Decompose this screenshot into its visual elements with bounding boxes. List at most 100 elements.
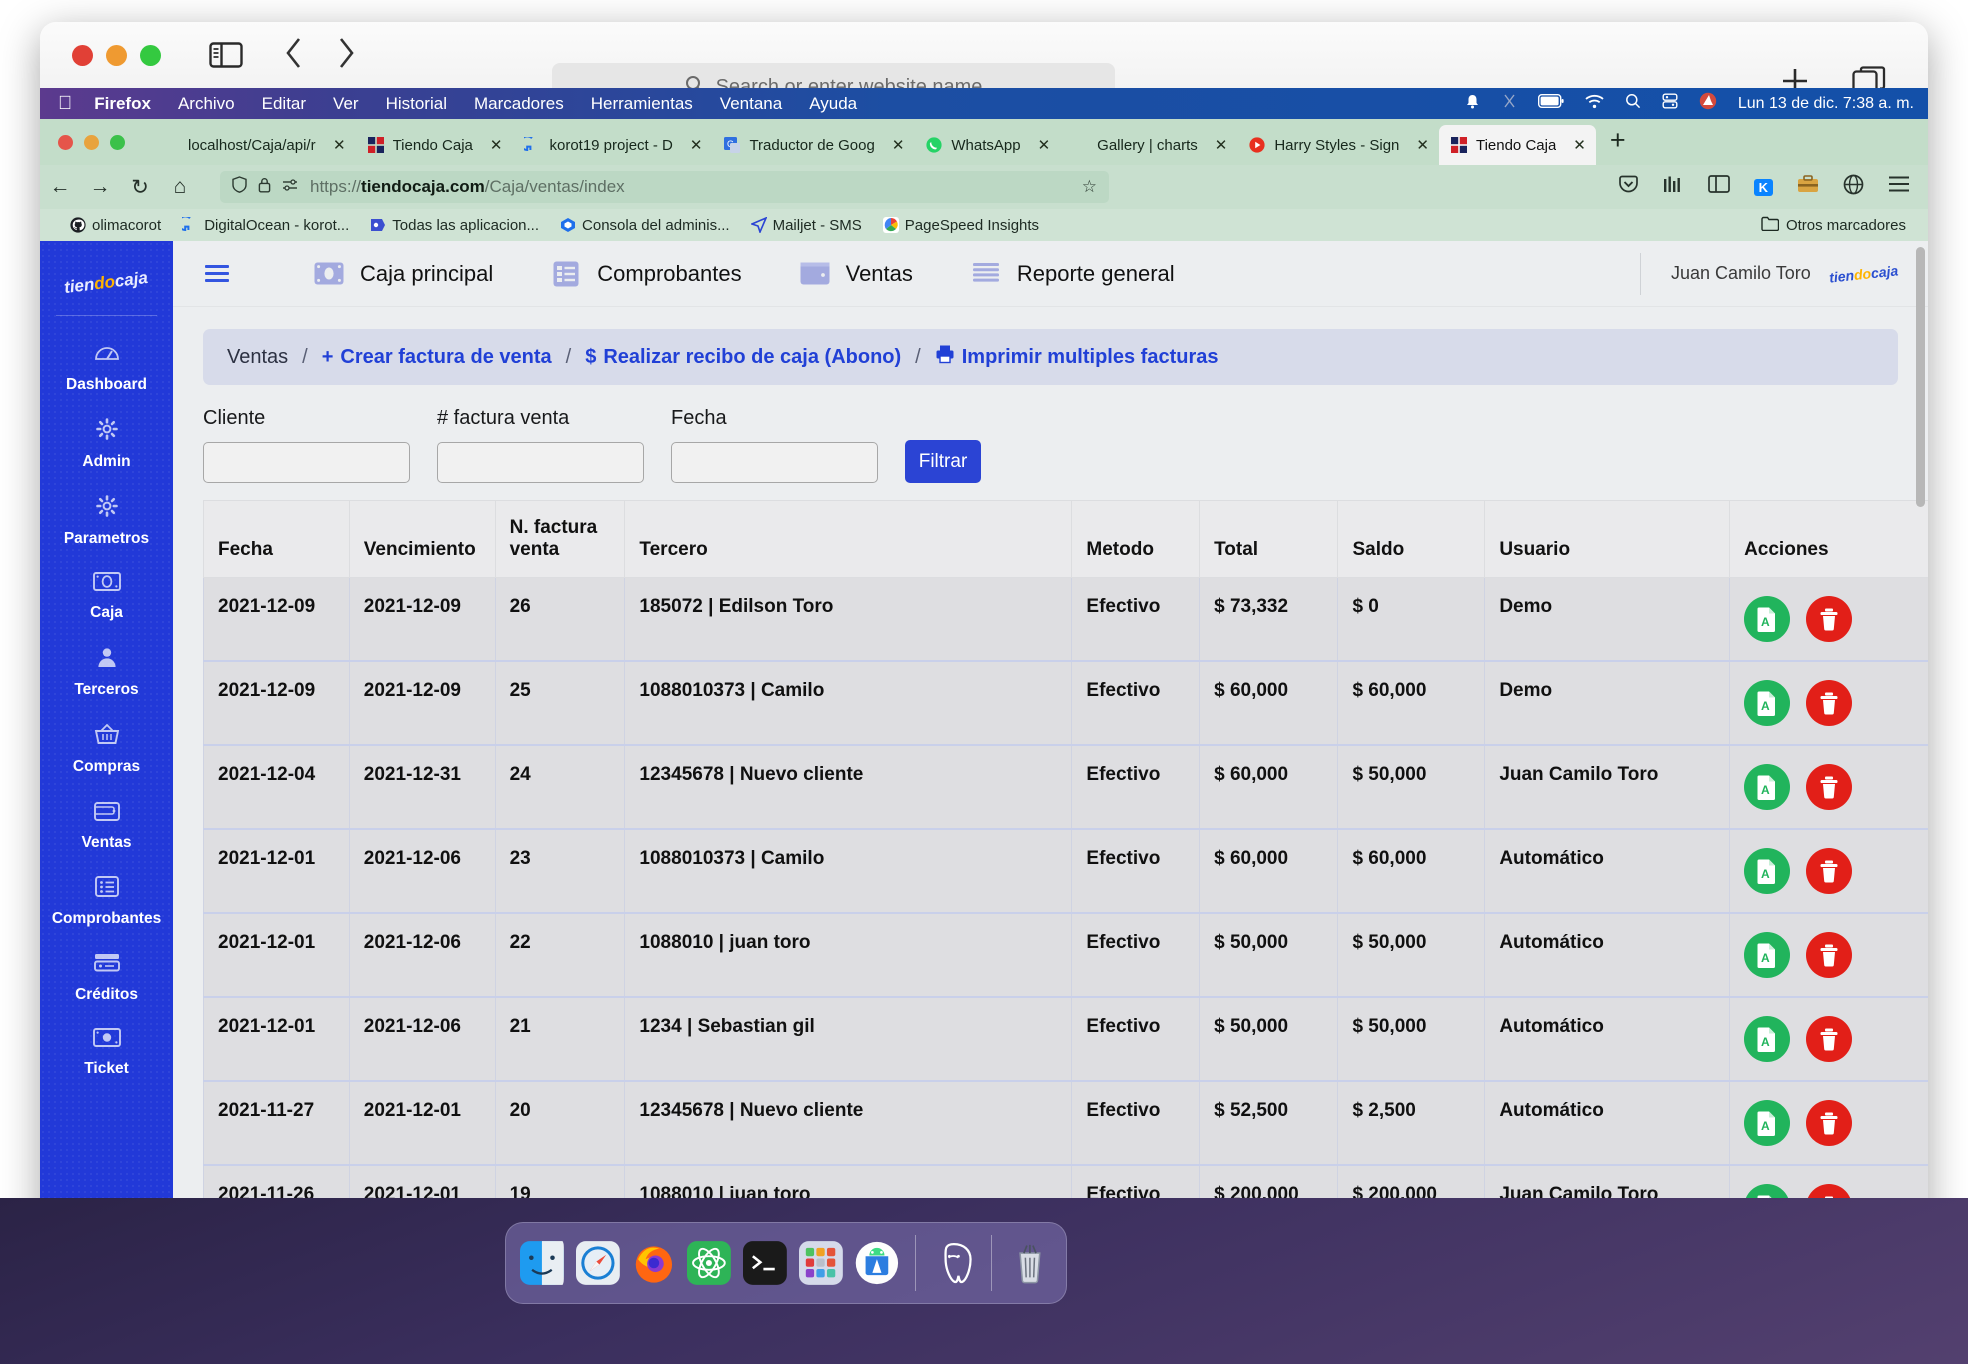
library-icon[interactable] <box>1663 175 1684 200</box>
menubar-clock[interactable]: Lun 13 de dic. 7:38 a. m. <box>1738 95 1914 113</box>
atom-icon[interactable] <box>687 1234 732 1292</box>
bookmark-item-consola-del-administrador[interactable]: Consola del adminis... <box>560 217 730 234</box>
menu-item-historial[interactable]: Historial <box>386 94 447 114</box>
column-header-tercero[interactable]: Tercero <box>624 500 1073 578</box>
sidebar-item-terceros[interactable]: Terceros <box>40 635 173 712</box>
sidebar-item-comprobantes[interactable]: Comprobantes <box>40 865 173 941</box>
browser-tab[interactable]: localhost/Caja/api/repo ✕ <box>151 125 356 165</box>
menu-item-ayuda[interactable]: Ayuda <box>809 94 857 114</box>
firefox-traffic-lights[interactable] <box>58 119 125 165</box>
scissors-icon[interactable] <box>1502 93 1517 115</box>
factura-venta-input[interactable] <box>437 442 644 483</box>
menu-item-ventana[interactable]: Ventana <box>720 94 782 114</box>
control-center-icon[interactable] <box>1662 93 1678 114</box>
hamburger-icon[interactable] <box>205 265 229 282</box>
browser-tab[interactable]: Gallery | charts ✕ <box>1060 125 1237 165</box>
sidebar-item-admin[interactable]: Admin <box>40 407 173 484</box>
trash-icon[interactable] <box>1806 596 1853 642</box>
launchpad-icon[interactable] <box>799 1234 843 1292</box>
sidebar-item-dashboard[interactable]: Dashboard <box>40 330 173 407</box>
sidebar-item-ticket[interactable]: Ticket <box>40 1017 173 1091</box>
pdf-icon[interactable]: A <box>1744 932 1791 978</box>
menu-item-marcadores[interactable]: Marcadores <box>474 94 564 114</box>
sidebar-item-creditos[interactable]: Créditos <box>40 941 173 1017</box>
firefox-minimize-button[interactable] <box>84 134 99 150</box>
browser-tab[interactable]: Tiendo Caja ✕ <box>356 125 513 165</box>
breadcrumb-link-recibo-caja[interactable]: $ Realizar recibo de caja (Abono) <box>585 346 901 369</box>
pdf-icon[interactable]: A <box>1744 680 1791 726</box>
new-tab-button[interactable]: + <box>1596 125 1640 160</box>
sidebar-item-compras[interactable]: Compras <box>40 712 173 789</box>
column-header-usuario[interactable]: Usuario <box>1484 500 1731 578</box>
container-icon[interactable] <box>1843 174 1864 201</box>
postgresql-icon[interactable] <box>932 1234 976 1292</box>
browser-tab[interactable]: Harry Styles - Sign ✕ <box>1237 125 1439 165</box>
reload-icon[interactable]: ↻ <box>120 175 160 200</box>
minimize-window-button[interactable] <box>106 44 127 66</box>
bookmark-item-pagespeed-insights[interactable]: PageSpeed Insights <box>882 217 1039 234</box>
menu-item-herramientas[interactable]: Herramientas <box>591 94 693 114</box>
trash-icon[interactable] <box>1008 1234 1052 1292</box>
firefox-close-button[interactable] <box>58 134 73 150</box>
spotlight-search-icon[interactable] <box>1625 93 1641 114</box>
shield-icon[interactable] <box>232 176 247 198</box>
browser-tab[interactable]: korot19 project - D ✕ <box>512 125 712 165</box>
tab-close-icon[interactable]: ✕ <box>333 136 346 154</box>
browser-tab[interactable]: WhatsApp ✕ <box>914 125 1060 165</box>
briefcase-icon[interactable] <box>1797 174 1819 200</box>
page-scrollbar[interactable] <box>1916 247 1925 507</box>
breadcrumb-link-crear-factura[interactable]: + Crear factura de venta <box>322 346 552 369</box>
fecha-input[interactable] <box>671 442 878 483</box>
nav-item-comprobantes[interactable]: Comprobantes <box>551 261 742 287</box>
browser-tab-active[interactable]: Tiendo Caja ✕ <box>1438 125 1596 165</box>
apple-menu-icon[interactable]:  <box>58 93 72 115</box>
bookmark-star-icon[interactable]: ☆ <box>1082 177 1097 197</box>
trash-icon[interactable] <box>1806 680 1853 726</box>
trash-icon[interactable] <box>1806 1100 1853 1146</box>
tab-close-icon[interactable]: ✕ <box>1215 136 1228 154</box>
browser-back-icon[interactable]: ← <box>40 175 80 199</box>
lock-icon[interactable] <box>258 177 271 198</box>
pdf-icon[interactable]: A <box>1744 764 1791 810</box>
menu-item-firefox[interactable]: Firefox <box>94 94 151 114</box>
bell-icon[interactable] <box>1464 93 1481 115</box>
breadcrumb-link-imprimir-facturas[interactable]: Imprimir multiples facturas <box>935 344 1218 370</box>
column-header-n-factura-venta[interactable]: N. factura venta <box>494 500 626 578</box>
menu-item-archivo[interactable]: Archivo <box>178 94 235 114</box>
firefox-maximize-button[interactable] <box>110 134 125 150</box>
safari-back-icon[interactable] <box>283 36 305 75</box>
firefox-icon[interactable] <box>632 1234 676 1292</box>
tab-close-icon[interactable]: ✕ <box>1038 136 1051 154</box>
permissions-icon[interactable] <box>282 177 299 197</box>
maximize-window-button[interactable] <box>140 44 161 66</box>
tab-close-icon[interactable]: ✕ <box>1573 136 1586 154</box>
app-menu-icon[interactable] <box>1888 175 1910 199</box>
safari-forward-icon[interactable] <box>335 36 357 75</box>
sidebar-item-ventas[interactable]: Ventas <box>40 789 173 865</box>
tab-close-icon[interactable]: ✕ <box>690 136 703 154</box>
bookmark-item-digitalocean[interactable]: DigitalOcean - korot... <box>182 217 349 234</box>
bookmark-item-mailjet[interactable]: Mailjet - SMS <box>750 217 862 234</box>
wifi-icon[interactable] <box>1585 94 1604 114</box>
nav-item-caja-principal[interactable]: Caja principal <box>314 261 493 287</box>
column-header-metodo[interactable]: Metodo <box>1071 500 1201 578</box>
trash-icon[interactable] <box>1806 1016 1853 1062</box>
pdf-icon[interactable]: A <box>1744 1016 1791 1062</box>
bookmark-item-olimacorot[interactable]: olimacorot <box>70 217 161 234</box>
tab-close-icon[interactable]: ✕ <box>892 136 905 154</box>
pocket-icon[interactable] <box>1618 174 1639 201</box>
window-traffic-lights[interactable] <box>72 44 161 66</box>
tab-close-icon[interactable]: ✕ <box>490 136 503 154</box>
nav-item-ventas[interactable]: Ventas <box>800 261 913 287</box>
home-icon[interactable]: ⌂ <box>160 175 200 199</box>
other-bookmarks-button[interactable]: Otros marcadores <box>1761 216 1906 235</box>
sidebar-item-caja[interactable]: Caja <box>40 561 173 635</box>
menu-item-ver[interactable]: Ver <box>333 94 359 114</box>
tab-close-icon[interactable]: ✕ <box>1416 136 1429 154</box>
menubar-app-icon[interactable] <box>1699 92 1717 115</box>
browser-tab[interactable]: G Traductor de Goog ✕ <box>712 125 914 165</box>
trash-icon[interactable] <box>1806 932 1853 978</box>
k-extension-icon[interactable]: K <box>1753 178 1773 196</box>
column-header-vencimiento[interactable]: Vencimiento <box>348 500 496 578</box>
column-header-total[interactable]: Total <box>1199 500 1339 578</box>
